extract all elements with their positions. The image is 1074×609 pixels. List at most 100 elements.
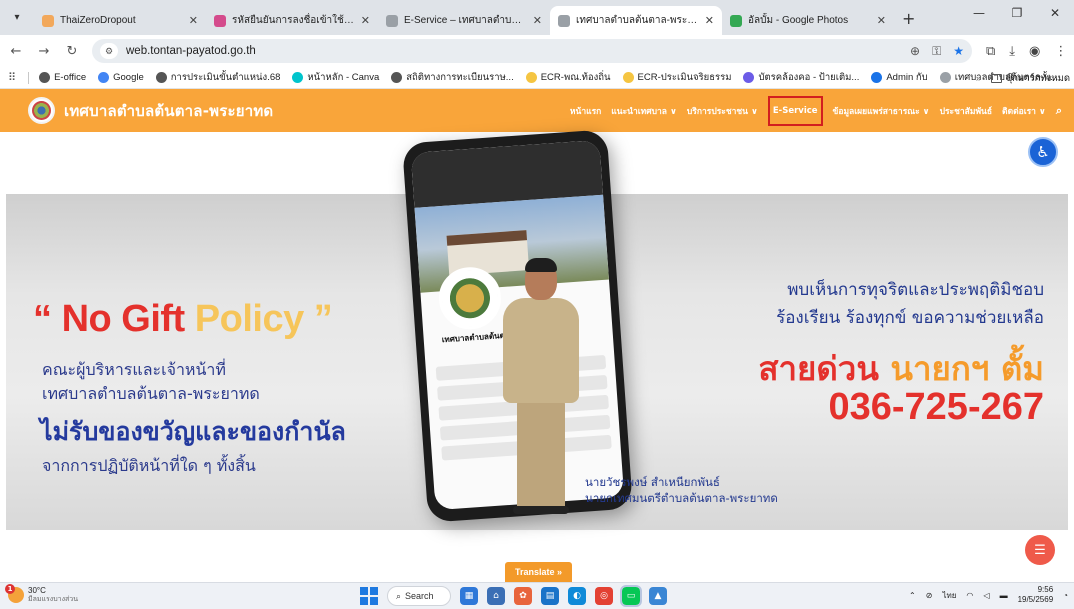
clock-time: 9:56 <box>1037 585 1054 594</box>
bookmark-item[interactable]: การประเมินขั้นตำแหน่ง.68 <box>155 70 281 85</box>
hotline-number: 036-725-267 <box>828 386 1044 428</box>
translate-button[interactable]: Translate » <box>505 562 572 582</box>
weather-widget[interactable]: 1 30°C มีลมแรงบางส่วน <box>5 584 78 604</box>
bookmark-item[interactable]: สถิติทางการทะเบียนราษ... <box>391 70 514 85</box>
search-icon[interactable]: ⌕ <box>1056 104 1062 118</box>
omnibox[interactable]: ⚙ web.tontan-payatod.go.th ⊕ ⚿ ★ <box>92 39 972 63</box>
bookmark-favicon-icon <box>525 72 537 83</box>
line-app-icon[interactable]: ▭ <box>620 585 642 607</box>
browser-tab[interactable]: ThaiZeroDropout ✕ <box>34 6 206 35</box>
battery-icon[interactable]: ▬ <box>1000 591 1008 600</box>
volume-icon[interactable]: ◁ <box>983 591 989 600</box>
chrome-browser-icon[interactable]: ◎ <box>595 587 613 605</box>
task-view-icon[interactable]: ▦ <box>460 587 478 605</box>
wifi-icon[interactable]: ◠ <box>966 591 973 600</box>
forward-button[interactable]: → <box>32 39 56 63</box>
clock[interactable]: 9:56 19/5/2569 <box>1018 585 1054 605</box>
widgets-icon[interactable]: ⌂ <box>487 587 505 605</box>
bookmark-item[interactable]: บัตรคล้องคอ - ป้ายเติม... <box>743 70 859 85</box>
new-tab-button[interactable]: + <box>902 9 915 28</box>
menu-icon[interactable]: ⋮ <box>1054 44 1067 59</box>
more-bookmarks-chevron-icon[interactable]: » <box>976 73 981 84</box>
zoom-icon[interactable]: ⊕ <box>910 44 920 59</box>
search-icon: ⌕ <box>396 590 402 601</box>
nav-item[interactable]: ประชาสัมพันธ์ <box>940 104 992 118</box>
nav-item[interactable]: บริการประชาชน ∨ <box>687 104 758 118</box>
municipality-logo[interactable] <box>28 97 55 124</box>
reload-button[interactable]: ↻ <box>60 39 84 63</box>
bookmarks-divider <box>28 71 30 84</box>
tab-close-icon[interactable]: ✕ <box>533 14 542 27</box>
bookmark-label: E-office <box>54 72 87 83</box>
url-text[interactable]: web.tontan-payatod.go.th <box>126 45 902 57</box>
tab-title: รหัสยืนยันการลงชื่อเข้าใช้ระบบ Thai <box>232 15 355 26</box>
nav-item[interactable]: ติดต่อเรา ∨ <box>1002 104 1046 118</box>
policy-line-municipality: เทศบาลตำบลต้นตาล-พระยาทด <box>42 384 260 403</box>
tab-close-icon[interactable]: ✕ <box>189 14 198 27</box>
browser-tab[interactable]: อัลบั้ม - Google Photos ✕ <box>722 6 894 35</box>
site-info-icon[interactable]: ⚙ <box>100 43 118 59</box>
close-window-button[interactable]: ✕ <box>1036 0 1074 26</box>
bookmark-favicon-icon <box>98 72 110 83</box>
photos-app-icon[interactable]: ▲ <box>649 587 667 605</box>
taskbar-search-label: Search <box>405 591 434 601</box>
browser-tab[interactable]: เทศบาลตำบลต้นตาล-พระยาทด ✕ <box>550 6 722 35</box>
bookmark-item[interactable]: หน้าหลัก - Canva <box>292 70 379 85</box>
restore-button[interactable]: ❐ <box>998 0 1036 26</box>
tab-title: อัลบั้ม - Google Photos <box>748 15 849 26</box>
tray-overflow-icon[interactable]: ⌃ <box>909 591 916 600</box>
bookmark-label: การประเมินขั้นตำแหน่ง.68 <box>170 72 281 83</box>
bookmark-favicon-icon <box>155 72 167 83</box>
complaint-line: ร้องเรียน ร้องทุกข์ ขอความช่วยเหลือ <box>776 308 1044 328</box>
profile-icon[interactable]: ◉ <box>1029 44 1040 59</box>
bookmark-favicon-icon <box>871 72 883 83</box>
nav-item[interactable]: E-Service <box>767 95 823 126</box>
extensions-icon[interactable]: ⧉ <box>986 44 995 59</box>
tab-close-icon[interactable]: ✕ <box>877 14 886 27</box>
download-icon[interactable]: ⤓ <box>1009 44 1015 59</box>
tab-favicon-icon <box>214 14 226 27</box>
tab-close-icon[interactable]: ✕ <box>361 14 370 27</box>
language-indicator[interactable]: ไทย <box>942 589 956 602</box>
windows-taskbar: 1 30°C มีลมแรงบางส่วน ⌕ Search ▦ ⌂ ✿ ▤ ◐… <box>0 582 1074 609</box>
minimize-button[interactable]: — <box>960 0 998 26</box>
bookmark-item[interactable]: ECR-ประเมินจริยธรรม <box>622 70 731 85</box>
chat-icon[interactable]: ☰ <box>1025 535 1055 565</box>
weather-temp: 30°C <box>28 586 46 595</box>
bookmark-item[interactable]: E-office <box>39 72 86 83</box>
location-icon[interactable]: ⊘ <box>926 591 933 600</box>
bookmark-item[interactable]: ECR-พณ.ท้องถิ่น <box>525 70 611 85</box>
back-button[interactable]: ← <box>4 39 28 63</box>
window-controls: — ❐ ✕ <box>960 0 1074 26</box>
browser-tab-strip: ▾ ThaiZeroDropout ✕ รหัสยืนยันการลงชื่อเข้… <box>0 0 1074 35</box>
nav-item[interactable]: หน้าแรก <box>570 104 601 118</box>
bookmark-favicon-icon <box>39 72 51 83</box>
bookmark-item[interactable]: Admin กับ <box>871 70 928 85</box>
start-button[interactable] <box>360 587 378 605</box>
tab-favicon-icon <box>558 14 570 27</box>
browser-tab[interactable]: รหัสยืนยันการลงชื่อเข้าใช้ระบบ Thai ✕ <box>206 6 378 35</box>
taskbar-search[interactable]: ⌕ Search <box>387 586 451 606</box>
policy-headline: ไม่รับของขวัญและของกำนัล <box>40 417 346 446</box>
all-bookmarks-folder[interactable]: บุ๊กมาร์กทั้งหมด <box>991 71 1070 86</box>
nav-item[interactable]: แนะนำเทศบาล ∨ <box>611 104 677 118</box>
password-key-icon[interactable]: ⚿ <box>932 44 941 59</box>
file-explorer-icon[interactable]: ▤ <box>541 587 559 605</box>
policy-line-staff: คณะผู้บริหารและเจ้าหน้าที่ <box>42 360 226 379</box>
browser-tab[interactable]: E-Service – เทศบาลตำบลต้นตาล-พ ✕ <box>378 6 550 35</box>
bookmark-star-icon[interactable]: ★ <box>953 44 964 59</box>
tab-favicon-icon <box>386 14 398 27</box>
site-name[interactable]: เทศบาลตำบลต้นตาล-พระยาทด <box>64 99 273 123</box>
apps-icon[interactable]: ⠿ <box>8 71 16 84</box>
accessibility-icon[interactable]: ♿ <box>1028 137 1058 167</box>
bookmark-item[interactable]: Google <box>98 72 144 83</box>
tab-close-icon[interactable]: ✕ <box>705 14 714 27</box>
site-header: เทศบาลตำบลต้นตาล-พระยาทด หน้าแรก แนะนำเทศ… <box>0 89 1074 132</box>
edge-browser-icon[interactable]: ◐ <box>568 587 586 605</box>
notifications-icon[interactable]: ◔ <box>1063 591 1068 600</box>
tab-title: เทศบาลตำบลต้นตาล-พระยาทด <box>576 15 699 26</box>
tab-search-button[interactable]: ▾ <box>6 6 28 28</box>
bookmark-favicon-icon <box>939 72 951 83</box>
nav-item[interactable]: ข้อมูลเผยแพร่สาธารณะ ∨ <box>833 104 930 118</box>
copilot-icon[interactable]: ✿ <box>514 587 532 605</box>
